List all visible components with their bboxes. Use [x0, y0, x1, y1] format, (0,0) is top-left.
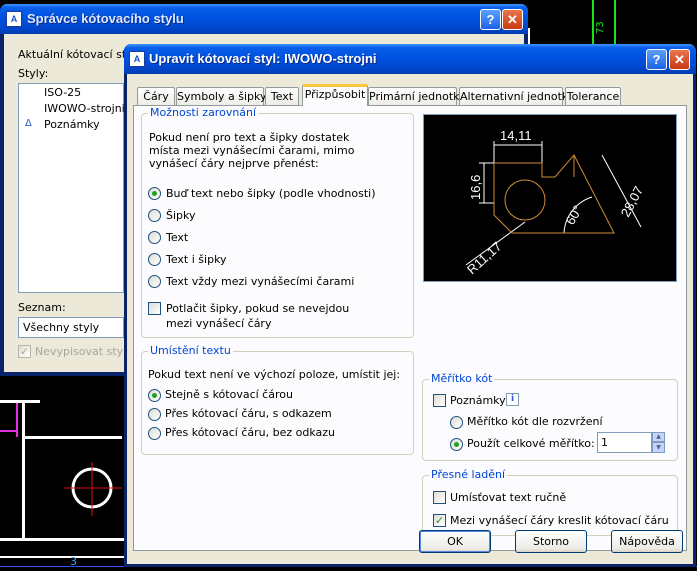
- tab-tolerances[interactable]: Tolerance: [565, 87, 621, 106]
- fit-options-description: Pokud není pro text a šipky dostatek mís…: [149, 131, 355, 170]
- cad-line: [0, 556, 130, 558]
- manager-title: Správce kótovacího stylu: [27, 11, 184, 26]
- preview-drawing: 14,11 16,6 28,07 60° R11,17: [464, 128, 647, 278]
- cad-line: [0, 400, 40, 403]
- suppress-arrows-checkbox[interactable]: [148, 302, 161, 315]
- info-icon[interactable]: i: [506, 393, 519, 406]
- cad-label: 73: [595, 21, 606, 34]
- spinner-down-icon[interactable]: ▼: [652, 442, 665, 453]
- fine-tuning-title: Přesné ladění: [429, 468, 508, 481]
- ok-button[interactable]: OK: [419, 530, 491, 553]
- help-dialog-button[interactable]: Nápověda: [611, 530, 683, 553]
- fit-option-radio[interactable]: [148, 209, 161, 222]
- cad-line: [614, 0, 616, 44]
- text-placement-radio[interactable]: [148, 408, 161, 421]
- close-button[interactable]: ✕: [669, 49, 690, 70]
- dialog-client: Čáry Symboly a šipky Text Přizpůsobit Pr…: [127, 74, 693, 564]
- scale-to-layout-radio[interactable]: [450, 416, 463, 429]
- fit-option-radio[interactable]: [148, 275, 161, 288]
- text-placement-radio[interactable]: [148, 427, 161, 440]
- text-placement-title: Umístění textu: [148, 344, 233, 357]
- styles-list[interactable]: ISO-25 IWOWO-strojni Δ Poznámky: [18, 83, 125, 293]
- cad-line: [528, 28, 530, 44]
- scale-title: Měřítko kót: [429, 372, 495, 385]
- dialog-title: Upravit kótovací styl: IWOWO-strojni: [149, 51, 377, 66]
- fit-option-label[interactable]: Text i šipky: [166, 253, 227, 266]
- spinner-up-icon[interactable]: ▲: [652, 432, 665, 442]
- manual-text-label[interactable]: Umísťovat text ručně: [450, 491, 566, 504]
- fit-option-label[interactable]: Text: [166, 231, 188, 244]
- fine-tuning-group: Přesné ladění Umísťovat text ručně ✓ Mez…: [422, 468, 678, 536]
- text-placement-radio[interactable]: [148, 389, 161, 402]
- preview-dim-left: 16,6: [468, 175, 483, 200]
- annotative-checkbox[interactable]: [433, 394, 446, 407]
- tab-fit[interactable]: Přizpůsobit: [302, 84, 368, 106]
- list-label: Seznam:: [18, 301, 66, 314]
- style-item[interactable]: IWOWO-strojni: [44, 102, 125, 115]
- draw-dim-line-label[interactable]: Mezi vynášecí čáry kreslit kótovací čáru: [450, 514, 669, 527]
- preview-dim-top: 14,11: [500, 128, 532, 143]
- suppress-arrows-label[interactable]: Potlačit šipky, pokud se nevejdou mezi v…: [166, 301, 376, 331]
- text-placement-label[interactable]: Přes kótovací čáru, bez odkazu: [165, 426, 335, 439]
- fit-options-group: Možnosti zarovnání Pokud není pro text a…: [141, 106, 414, 338]
- preview-dim-radius: R11,17: [464, 239, 504, 278]
- tab-bar: Čáry Symboly a šipky Text Přizpůsobit Pr…: [137, 84, 687, 106]
- scale-to-layout-label[interactable]: Měřítko kót dle rozvržení: [467, 415, 603, 428]
- text-placement-description: Pokud text není ve výchozí poloze, umíst…: [148, 368, 401, 381]
- fit-option-radio[interactable]: [148, 187, 161, 200]
- help-button[interactable]: ?: [646, 49, 667, 70]
- text-placement-group: Umístění textu Pokud text není ve výchoz…: [141, 344, 414, 455]
- cad-line: [0, 430, 18, 432]
- draw-dim-line-checkbox[interactable]: ✓: [433, 514, 446, 527]
- list-select-value: Všechny styly: [23, 321, 100, 334]
- no-xref-checkbox[interactable]: ✓: [18, 345, 31, 358]
- fit-option-radio[interactable]: [148, 231, 161, 244]
- list-select[interactable]: Všechny styly: [18, 317, 124, 338]
- tab-symbols-arrows[interactable]: Symboly a šipky: [176, 87, 266, 106]
- overall-scale-radio[interactable]: [450, 438, 463, 451]
- tab-lines[interactable]: Čáry: [137, 87, 175, 106]
- app-icon: A: [129, 51, 145, 67]
- style-item[interactable]: ISO-25: [44, 86, 81, 99]
- modify-dimension-style-window: A Upravit kótovací styl: IWOWO-strojni ?…: [124, 44, 696, 567]
- cad-line: [22, 436, 122, 439]
- preview-dim-right: 28,07: [618, 184, 647, 220]
- text-placement-label[interactable]: Stejně s kótovací čárou: [165, 388, 293, 401]
- fit-option-label[interactable]: Text vždy mezi vynášecími čarami: [166, 275, 354, 288]
- cancel-button[interactable]: Storno: [515, 530, 587, 553]
- styles-label: Styly:: [18, 67, 49, 80]
- fit-option-label[interactable]: Buď text nebo šipky (podle vhodnosti): [166, 187, 376, 200]
- current-style-label: Aktuální kótovací styl: [18, 48, 136, 61]
- overall-scale-value: 1: [601, 436, 608, 449]
- fit-option-radio[interactable]: [148, 253, 161, 266]
- tab-alternate-units[interactable]: Alternativní jednotky: [459, 87, 574, 106]
- cad-line: [22, 400, 25, 540]
- manual-text-checkbox[interactable]: [433, 491, 446, 504]
- cad-circle: [64, 462, 122, 516]
- tab-text[interactable]: Text: [265, 87, 299, 106]
- style-item[interactable]: Poznámky: [44, 118, 100, 131]
- help-button[interactable]: ?: [480, 9, 501, 30]
- annotative-label[interactable]: Poznámky: [450, 394, 506, 407]
- annotative-icon: Δ: [25, 118, 32, 129]
- app-icon: A: [6, 11, 22, 27]
- tab-primary-units[interactable]: Primární jednotky: [368, 87, 466, 106]
- fit-option-label[interactable]: Šipky: [166, 209, 196, 222]
- text-placement-label[interactable]: Přes kótovací čáru, s odkazem: [165, 407, 332, 420]
- cad-line: [0, 538, 124, 541]
- fit-options-title: Možnosti zarovnání: [148, 106, 259, 119]
- cad-line: [592, 0, 594, 44]
- close-button[interactable]: ✕: [502, 9, 523, 30]
- overall-scale-label[interactable]: Použít celkové měřítko:: [467, 437, 595, 450]
- fit-tab-panel: Možnosti zarovnání Pokud není pro text a…: [133, 105, 687, 551]
- scale-group: Měřítko kót Poznámky i Měřítko kót dle r…: [422, 372, 678, 461]
- preview-pane: 14,11 16,6 28,07 60° R11,17: [423, 114, 677, 282]
- overall-scale-input[interactable]: 1: [597, 432, 652, 453]
